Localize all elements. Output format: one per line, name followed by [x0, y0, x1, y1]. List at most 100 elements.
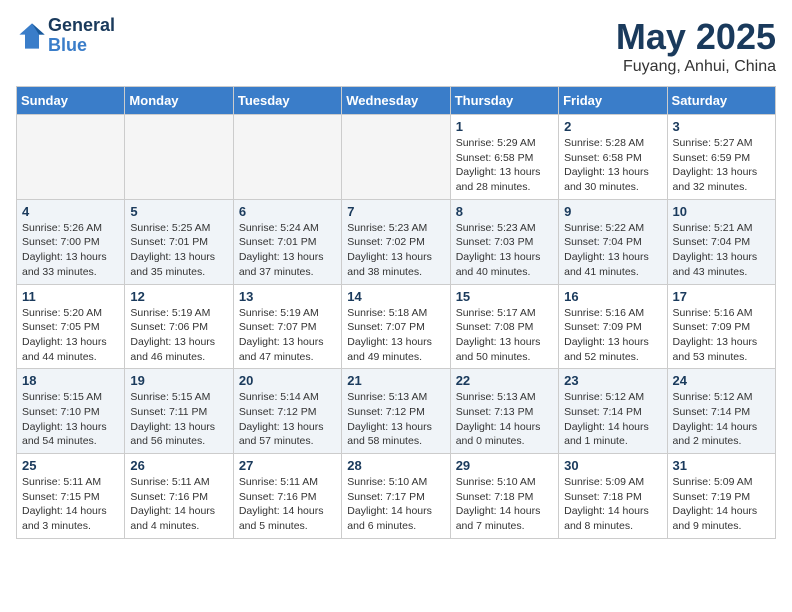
calendar-cell — [17, 115, 125, 200]
day-number: 21 — [347, 373, 444, 388]
day-number: 26 — [130, 458, 227, 473]
day-number: 2 — [564, 119, 661, 134]
day-number: 4 — [22, 204, 119, 219]
calendar-cell — [342, 115, 450, 200]
day-info: Sunrise: 5:22 AM Sunset: 7:04 PM Dayligh… — [564, 221, 661, 280]
calendar-cell: 1 Sunrise: 5:29 AM Sunset: 6:58 PM Daylig… — [450, 115, 558, 200]
day-info: Sunrise: 5:13 AM Sunset: 7:13 PM Dayligh… — [456, 390, 553, 449]
day-info: Sunrise: 5:29 AM Sunset: 6:58 PM Dayligh… — [456, 136, 553, 195]
day-info: Sunrise: 5:17 AM Sunset: 7:08 PM Dayligh… — [456, 306, 553, 365]
day-info: Sunrise: 5:19 AM Sunset: 7:06 PM Dayligh… — [130, 306, 227, 365]
logo-text-line1: General — [48, 16, 115, 36]
calendar-cell: 6 Sunrise: 5:24 AM Sunset: 7:01 PM Daylig… — [233, 199, 341, 284]
day-info: Sunrise: 5:21 AM Sunset: 7:04 PM Dayligh… — [673, 221, 770, 280]
day-info: Sunrise: 5:11 AM Sunset: 7:15 PM Dayligh… — [22, 475, 119, 534]
weekday-header-tuesday: Tuesday — [233, 87, 341, 115]
calendar-week-5: 25 Sunrise: 5:11 AM Sunset: 7:15 PM Dayli… — [17, 454, 776, 539]
calendar-cell: 22 Sunrise: 5:13 AM Sunset: 7:13 PM Dayli… — [450, 369, 558, 454]
calendar-cell: 10 Sunrise: 5:21 AM Sunset: 7:04 PM Dayli… — [667, 199, 775, 284]
day-info: Sunrise: 5:23 AM Sunset: 7:02 PM Dayligh… — [347, 221, 444, 280]
weekday-header-sunday: Sunday — [17, 87, 125, 115]
day-info: Sunrise: 5:19 AM Sunset: 7:07 PM Dayligh… — [239, 306, 336, 365]
day-number: 15 — [456, 289, 553, 304]
day-number: 17 — [673, 289, 770, 304]
calendar-cell: 30 Sunrise: 5:09 AM Sunset: 7:18 PM Dayli… — [559, 454, 667, 539]
weekday-header-friday: Friday — [559, 87, 667, 115]
day-info: Sunrise: 5:12 AM Sunset: 7:14 PM Dayligh… — [564, 390, 661, 449]
weekday-header-saturday: Saturday — [667, 87, 775, 115]
calendar-cell: 11 Sunrise: 5:20 AM Sunset: 7:05 PM Dayli… — [17, 284, 125, 369]
day-number: 7 — [347, 204, 444, 219]
logo-icon — [18, 22, 46, 50]
calendar-cell: 7 Sunrise: 5:23 AM Sunset: 7:02 PM Daylig… — [342, 199, 450, 284]
day-info: Sunrise: 5:15 AM Sunset: 7:10 PM Dayligh… — [22, 390, 119, 449]
day-number: 11 — [22, 289, 119, 304]
day-number: 8 — [456, 204, 553, 219]
calendar-table: SundayMondayTuesdayWednesdayThursdayFrid… — [16, 86, 776, 539]
day-info: Sunrise: 5:28 AM Sunset: 6:58 PM Dayligh… — [564, 136, 661, 195]
calendar-cell: 4 Sunrise: 5:26 AM Sunset: 7:00 PM Daylig… — [17, 199, 125, 284]
day-info: Sunrise: 5:13 AM Sunset: 7:12 PM Dayligh… — [347, 390, 444, 449]
day-info: Sunrise: 5:09 AM Sunset: 7:18 PM Dayligh… — [564, 475, 661, 534]
day-number: 30 — [564, 458, 661, 473]
day-info: Sunrise: 5:18 AM Sunset: 7:07 PM Dayligh… — [347, 306, 444, 365]
calendar-cell — [125, 115, 233, 200]
day-info: Sunrise: 5:11 AM Sunset: 7:16 PM Dayligh… — [130, 475, 227, 534]
weekday-header-monday: Monday — [125, 87, 233, 115]
calendar-cell: 14Sunrise: 5:18 AM Sunset: 7:07 PM Dayli… — [342, 284, 450, 369]
day-info: Sunrise: 5:14 AM Sunset: 7:12 PM Dayligh… — [239, 390, 336, 449]
calendar-cell: 17 Sunrise: 5:16 AM Sunset: 7:09 PM Dayli… — [667, 284, 775, 369]
day-number: 27 — [239, 458, 336, 473]
calendar-cell: 13Sunrise: 5:19 AM Sunset: 7:07 PM Dayli… — [233, 284, 341, 369]
calendar-cell: 2 Sunrise: 5:28 AM Sunset: 6:58 PM Daylig… — [559, 115, 667, 200]
calendar-cell: 15 Sunrise: 5:17 AM Sunset: 7:08 PM Dayli… — [450, 284, 558, 369]
day-number: 25 — [22, 458, 119, 473]
day-number: 6 — [239, 204, 336, 219]
day-number: 20 — [239, 373, 336, 388]
weekday-header-row: SundayMondayTuesdayWednesdayThursdayFrid… — [17, 87, 776, 115]
day-number: 19 — [130, 373, 227, 388]
day-number: 9 — [564, 204, 661, 219]
day-number: 10 — [673, 204, 770, 219]
calendar-cell: 9 Sunrise: 5:22 AM Sunset: 7:04 PM Daylig… — [559, 199, 667, 284]
day-info: Sunrise: 5:15 AM Sunset: 7:11 PM Dayligh… — [130, 390, 227, 449]
day-info: Sunrise: 5:20 AM Sunset: 7:05 PM Dayligh… — [22, 306, 119, 365]
day-info: Sunrise: 5:09 AM Sunset: 7:19 PM Dayligh… — [673, 475, 770, 534]
day-number: 31 — [673, 458, 770, 473]
calendar-cell: 5Sunrise: 5:25 AM Sunset: 7:01 PM Daylig… — [125, 199, 233, 284]
calendar-week-2: 4 Sunrise: 5:26 AM Sunset: 7:00 PM Daylig… — [17, 199, 776, 284]
page-header: General Blue May 2025 Fuyang, Anhui, Chi… — [16, 16, 776, 76]
calendar-cell: 28 Sunrise: 5:10 AM Sunset: 7:17 PM Dayli… — [342, 454, 450, 539]
day-info: Sunrise: 5:10 AM Sunset: 7:17 PM Dayligh… — [347, 475, 444, 534]
calendar-cell: 31 Sunrise: 5:09 AM Sunset: 7:19 PM Dayli… — [667, 454, 775, 539]
day-number: 28 — [347, 458, 444, 473]
calendar-week-1: 1 Sunrise: 5:29 AM Sunset: 6:58 PM Daylig… — [17, 115, 776, 200]
day-info: Sunrise: 5:24 AM Sunset: 7:01 PM Dayligh… — [239, 221, 336, 280]
calendar-week-4: 18Sunrise: 5:15 AM Sunset: 7:10 PM Dayli… — [17, 369, 776, 454]
logo-text-line2: Blue — [48, 36, 115, 56]
calendar-cell: 3Sunrise: 5:27 AM Sunset: 6:59 PM Daylig… — [667, 115, 775, 200]
calendar-cell — [233, 115, 341, 200]
calendar-cell: 27 Sunrise: 5:11 AM Sunset: 7:16 PM Dayli… — [233, 454, 341, 539]
calendar-cell: 20 Sunrise: 5:14 AM Sunset: 7:12 PM Dayli… — [233, 369, 341, 454]
calendar-cell: 12Sunrise: 5:19 AM Sunset: 7:06 PM Dayli… — [125, 284, 233, 369]
calendar-cell: 8Sunrise: 5:23 AM Sunset: 7:03 PM Daylig… — [450, 199, 558, 284]
logo: General Blue — [16, 16, 115, 56]
title-area: May 2025 Fuyang, Anhui, China — [616, 16, 776, 76]
weekday-header-thursday: Thursday — [450, 87, 558, 115]
day-number: 5 — [130, 204, 227, 219]
day-number: 24 — [673, 373, 770, 388]
day-info: Sunrise: 5:27 AM Sunset: 6:59 PM Dayligh… — [673, 136, 770, 195]
day-info: Sunrise: 5:16 AM Sunset: 7:09 PM Dayligh… — [673, 306, 770, 365]
calendar-cell: 26 Sunrise: 5:11 AM Sunset: 7:16 PM Dayli… — [125, 454, 233, 539]
calendar-cell: 25 Sunrise: 5:11 AM Sunset: 7:15 PM Dayli… — [17, 454, 125, 539]
location-title: Fuyang, Anhui, China — [616, 58, 776, 76]
calendar-cell: 21 Sunrise: 5:13 AM Sunset: 7:12 PM Dayli… — [342, 369, 450, 454]
day-info: Sunrise: 5:16 AM Sunset: 7:09 PM Dayligh… — [564, 306, 661, 365]
day-number: 22 — [456, 373, 553, 388]
day-info: Sunrise: 5:26 AM Sunset: 7:00 PM Dayligh… — [22, 221, 119, 280]
day-info: Sunrise: 5:11 AM Sunset: 7:16 PM Dayligh… — [239, 475, 336, 534]
calendar-cell: 29Sunrise: 5:10 AM Sunset: 7:18 PM Dayli… — [450, 454, 558, 539]
calendar-week-3: 11 Sunrise: 5:20 AM Sunset: 7:05 PM Dayli… — [17, 284, 776, 369]
day-number: 1 — [456, 119, 553, 134]
